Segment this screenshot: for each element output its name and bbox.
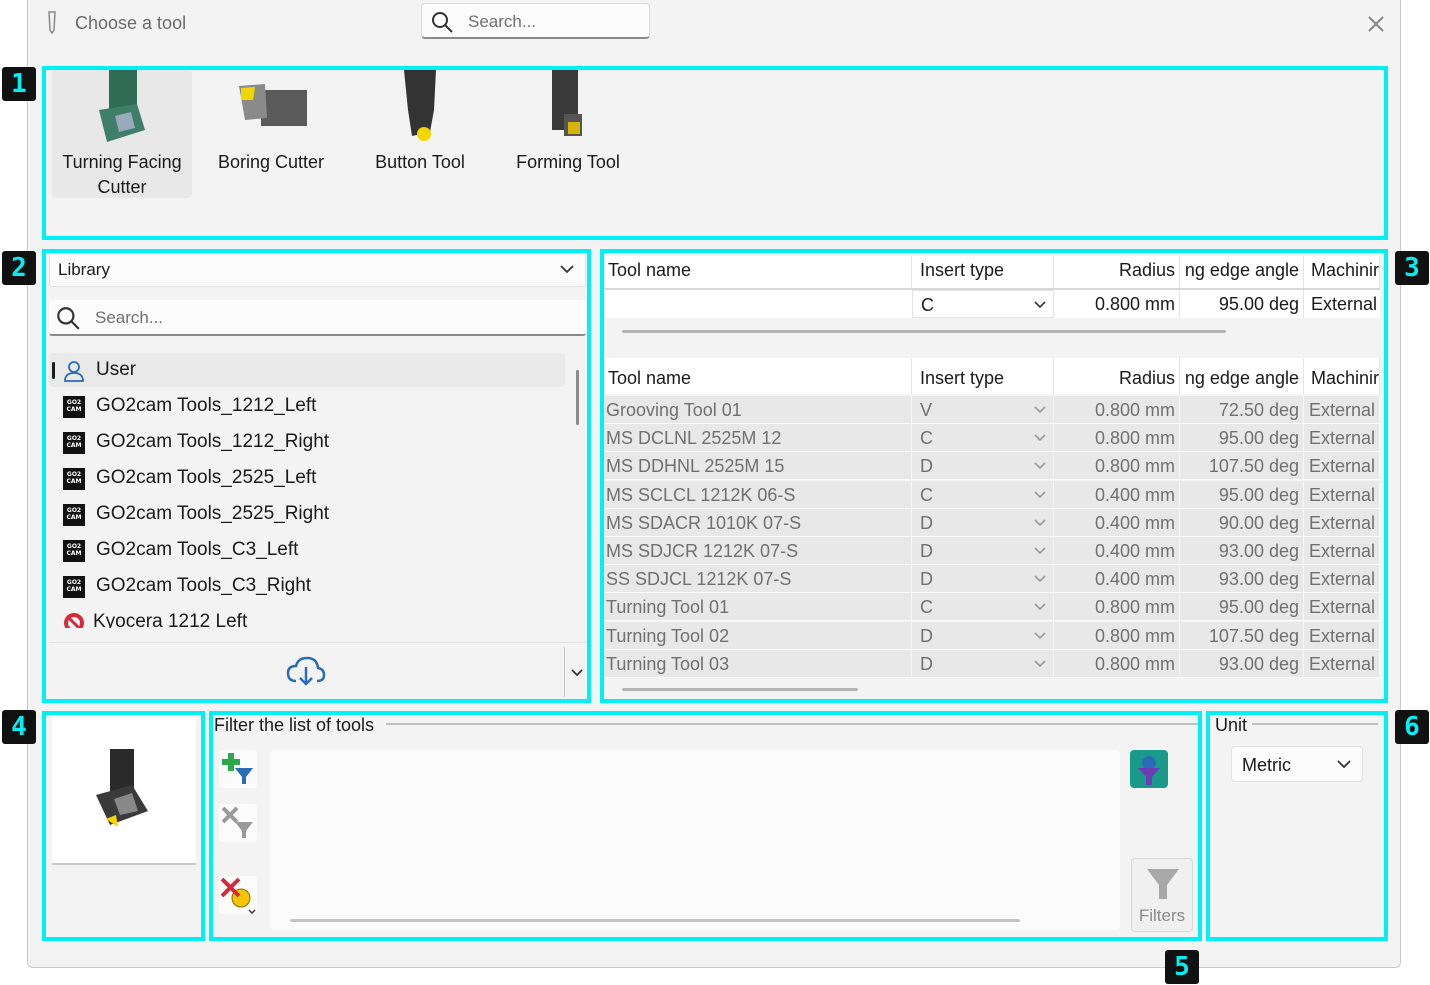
annotation-badge-3: 3	[1395, 251, 1429, 285]
annotation-box-2	[42, 249, 591, 703]
annotation-badge-4: 4	[2, 710, 36, 744]
annotation-box-6	[1206, 711, 1388, 941]
tool-search-input[interactable]: Search...	[421, 3, 650, 39]
search-icon	[432, 12, 453, 33]
tool-icon	[48, 11, 56, 34]
annotation-badge-5: 5	[1165, 950, 1199, 984]
close-icon[interactable]	[1364, 12, 1388, 36]
window-title: Choose a tool	[75, 13, 187, 33]
annotation-box-3	[600, 249, 1388, 703]
annotation-badge-1: 1	[2, 67, 36, 101]
annotation-badge-6: 6	[1395, 710, 1429, 744]
annotation-box-4	[42, 711, 205, 941]
search-placeholder: Search...	[468, 12, 537, 31]
annotation-badge-2: 2	[2, 251, 36, 285]
annotation-box-1	[42, 66, 1388, 240]
annotation-box-5	[209, 711, 1202, 941]
